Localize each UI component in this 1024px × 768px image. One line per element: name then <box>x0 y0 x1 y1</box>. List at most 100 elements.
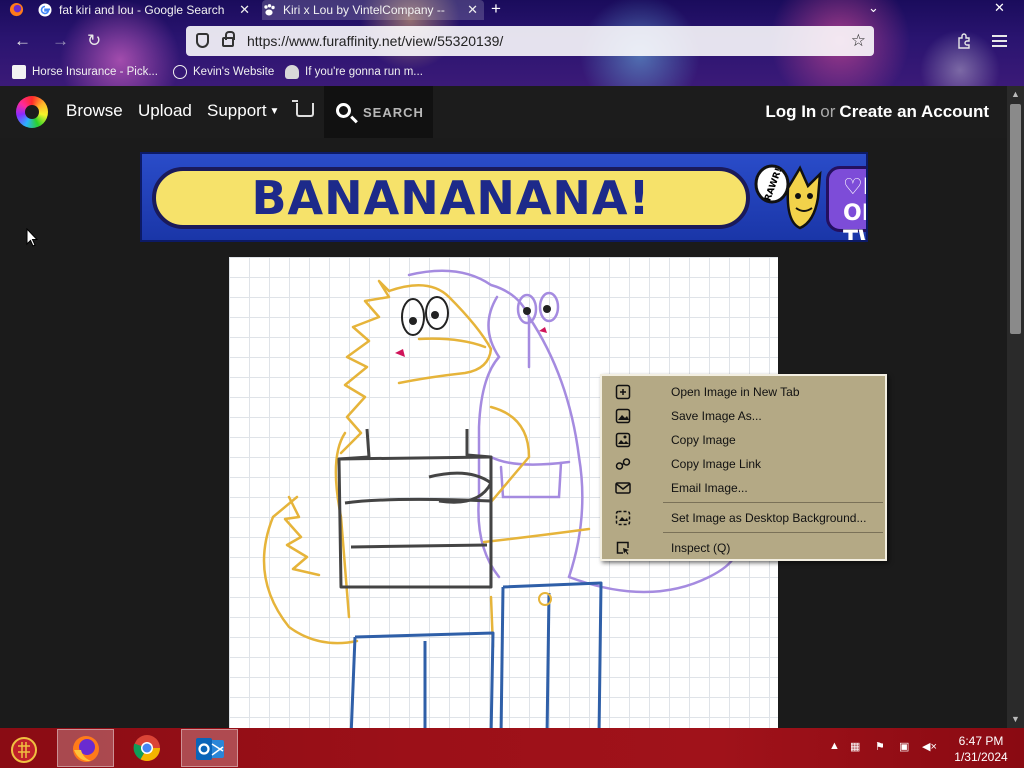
menu-item-inspect[interactable]: Inspect (Q) <box>602 536 885 560</box>
display-icon[interactable]: ▣ <box>899 740 909 753</box>
follow-line-1: ♡FOLLOW <box>843 175 866 200</box>
menu-item-label: Inspect (Q) <box>671 541 731 555</box>
action-center-flag-icon[interactable]: ⚑ <box>875 740 885 753</box>
volume-muted-icon[interactable]: ◀× <box>922 740 937 753</box>
taskbar-chrome[interactable] <box>119 729 176 767</box>
tab-fur-affinity[interactable]: Kiri x Lou by VintelCompany -- Fur Affin… <box>262 0 484 20</box>
open-new-tab-icon <box>615 384 631 400</box>
close-tab-icon[interactable]: ✕ <box>467 2 478 18</box>
network-icon[interactable]: ▦ <box>850 740 860 753</box>
site-navbar: Browse Upload Support ▼ SEARCH Log In or Cr… <box>0 86 1007 138</box>
close-tab-icon[interactable]: ✕ <box>239 2 250 18</box>
outlook-icon <box>196 738 224 760</box>
badge-icon <box>285 65 299 79</box>
tracking-shield-icon[interactable] <box>196 33 209 48</box>
list-all-tabs-icon[interactable]: ⌄ <box>868 0 879 16</box>
mascot-drawing: RAWR! <box>754 164 822 230</box>
page-scrollbar[interactable]: ▲ ▼ <box>1007 86 1024 728</box>
link-icon <box>615 458 631 470</box>
menu-item-label: Open Image in New Tab <box>671 385 800 399</box>
browse-link[interactable]: Browse <box>66 101 123 121</box>
navigation-toolbar: ← → ↻ https://www.furaffinity.net/view/5… <box>0 26 1024 58</box>
menu-item-label: Save Image As... <box>671 409 762 423</box>
scroll-down-arrow-icon[interactable]: ▼ <box>1011 714 1020 724</box>
fur-affinity-logo-icon[interactable] <box>16 96 48 128</box>
url-text[interactable]: https://www.furaffinity.net/view/5532013… <box>247 33 503 49</box>
start-button-icon[interactable] <box>8 734 40 764</box>
tab-title: Kiri x Lou by VintelCompany -- Fur Affin… <box>283 3 449 17</box>
menu-item-save-image-as[interactable]: Save Image As... <box>602 404 885 428</box>
bookmark-label: Horse Insurance - Pick... <box>32 66 158 78</box>
system-clock[interactable]: 6:47 PM 1/31/2024 <box>950 733 1012 765</box>
menu-item-set-desktop-background[interactable]: Set Image as Desktop Background... <box>602 506 885 530</box>
save-image-icon <box>615 408 631 424</box>
shopping-cart-icon[interactable] <box>292 100 314 117</box>
menu-separator <box>663 502 883 503</box>
new-tab-button[interactable]: + <box>491 0 501 18</box>
search-icon <box>336 103 351 118</box>
scroll-up-arrow-icon[interactable]: ▲ <box>1011 89 1020 99</box>
menu-item-label: Copy Image <box>671 433 736 447</box>
menu-item-label: Copy Image Link <box>671 457 762 471</box>
chrome-icon <box>133 735 161 762</box>
reload-icon[interactable]: ↻ <box>87 32 101 50</box>
bookmark-star-icon[interactable]: ☆ <box>851 31 866 51</box>
browser-chrome: fat kiri and lou - Google Search ✕ Kiri … <box>0 0 1024 86</box>
taskbar-outlook[interactable] <box>181 729 238 767</box>
menu-item-copy-image-link[interactable]: Copy Image Link <box>602 452 885 476</box>
menu-item-label: Email Image... <box>671 481 748 495</box>
upload-link[interactable]: Upload <box>138 101 192 121</box>
scrollbar-thumb[interactable] <box>1010 104 1021 334</box>
support-label: Support <box>207 101 267 120</box>
taskbar-firefox[interactable] <box>57 729 114 767</box>
page-icon <box>12 65 26 79</box>
menu-item-copy-image[interactable]: Copy Image <box>602 428 885 452</box>
tab-google-search[interactable]: fat kiri and lou - Google Search ✕ <box>38 0 256 20</box>
clock-time: 6:47 PM <box>958 734 1004 748</box>
windows-taskbar: ▲ ▦ ⚑ ▣ ◀× 6:47 PM 1/31/2024 <box>0 728 1024 768</box>
search-label: SEARCH <box>363 105 424 120</box>
menu-item-email-image[interactable]: Email Image... <box>602 476 885 500</box>
forward-arrow-icon[interactable]: → <box>52 32 69 50</box>
caret-down-icon: ▼ <box>269 106 280 117</box>
tab-bar: fat kiri and lou - Google Search ✕ Kiri … <box>0 0 1024 20</box>
follow-on-twitch-button[interactable]: ♡FOLLOW ON TWITCH! <box>826 166 866 240</box>
bookmarks-toolbar: Horse Insurance - Pick... Kevin's Websit… <box>0 62 1024 84</box>
hamburger-menu-icon[interactable] <box>992 34 1007 48</box>
copy-image-icon <box>615 432 631 448</box>
lock-icon[interactable] <box>222 31 235 47</box>
google-icon <box>38 3 52 17</box>
bookmark-item[interactable]: If you're gonna run m... <box>285 65 423 79</box>
banner-headline: BANANANANA! <box>152 167 750 229</box>
address-bar[interactable]: https://www.furaffinity.net/view/5532013… <box>186 26 874 56</box>
twitch-ad-banner[interactable]: BANANANANA! RAWR! ♡FOLLOW ON TWITCH! <box>140 152 868 242</box>
menu-item-open-image-new-tab[interactable]: Open Image in New Tab <box>602 380 885 404</box>
globe-icon <box>173 65 187 79</box>
create-account-link[interactable]: Create an Account <box>839 102 989 121</box>
inspect-icon <box>616 541 629 555</box>
extensions-icon[interactable] <box>956 33 972 49</box>
email-icon <box>615 482 631 494</box>
clock-date: 1/31/2024 <box>954 750 1008 764</box>
firefox-icon <box>73 736 99 762</box>
search-button[interactable]: SEARCH <box>324 86 433 138</box>
tab-title: fat kiri and lou - Google Search <box>59 3 225 17</box>
bookmark-label: If you're gonna run m... <box>305 66 423 78</box>
account-links: Log In or Create an Account <box>765 102 989 122</box>
support-menu[interactable]: Support ▼ <box>207 101 279 121</box>
menu-separator <box>663 532 883 533</box>
desktop-background-icon <box>615 510 631 526</box>
bookmark-label: Kevin's Website <box>193 66 275 78</box>
context-menu: Open Image in New Tab Save Image As... C… <box>600 374 887 561</box>
bookmark-item[interactable]: Kevin's Website <box>173 65 274 79</box>
back-arrow-icon[interactable]: ← <box>14 32 31 50</box>
bookmark-item[interactable]: Horse Insurance - Pick... <box>12 65 158 79</box>
firefox-menu-icon[interactable] <box>9 2 24 17</box>
menu-item-label: Set Image as Desktop Background... <box>671 511 867 525</box>
follow-line-2: ON TWITCH! <box>843 201 866 242</box>
window-close-icon[interactable]: ✕ <box>994 0 1005 16</box>
mouse-pointer-icon <box>26 228 38 247</box>
login-link[interactable]: Log In <box>765 102 816 121</box>
or-text: or <box>820 102 836 121</box>
show-hidden-icons-icon[interactable]: ▲ <box>829 740 840 752</box>
